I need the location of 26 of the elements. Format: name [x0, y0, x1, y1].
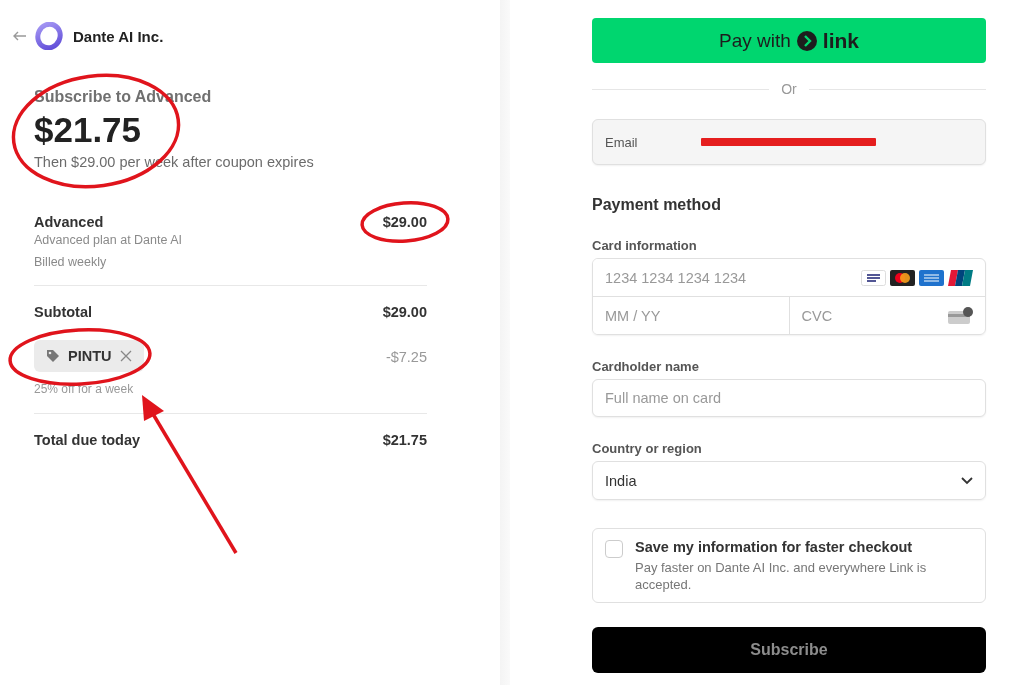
save-info-description: Pay faster on Dante AI Inc. and everywhere Link is accepted. [635, 559, 928, 593]
subtotal-value: $29.00 [382, 304, 427, 320]
discount-value: -$7.25 [385, 349, 427, 365]
billing-period: Billed weekly [34, 255, 108, 269]
item-price: $29.00 [382, 214, 427, 232]
company-name: Dante AI Inc. [73, 27, 164, 45]
coupon-code: PINTU [68, 348, 112, 364]
divider-label: Or [781, 81, 797, 97]
email-label: Email [605, 134, 639, 150]
item-description: Advanced plan at Dante AI [34, 233, 183, 247]
card-number-field[interactable]: 1234 1234 1234 1234 [593, 259, 857, 296]
section-heading: Payment method [592, 196, 722, 214]
save-info-title: Save my information for faster checkout [635, 539, 914, 555]
cardholder-name-field[interactable]: Full name on card [592, 379, 986, 417]
field-label: Country or region [592, 441, 703, 456]
expiry-field[interactable]: MM / YY [593, 297, 777, 334]
item-name: Advanced [34, 214, 105, 230]
pay-with-link-button[interactable]: Pay with link [592, 18, 986, 63]
field-label: Cardholder name [592, 359, 700, 374]
card-details-field[interactable]: 1234 1234 1234 1234 MM / YY CVC [592, 258, 986, 335]
total-label: Total due today [34, 432, 141, 448]
total-value: $21.75 [382, 432, 427, 448]
field-label: Card information [592, 238, 698, 253]
country-select[interactable]: India [592, 461, 986, 500]
price-amount: $21.75 [34, 110, 143, 150]
subtotal-label: Subtotal [34, 304, 92, 320]
